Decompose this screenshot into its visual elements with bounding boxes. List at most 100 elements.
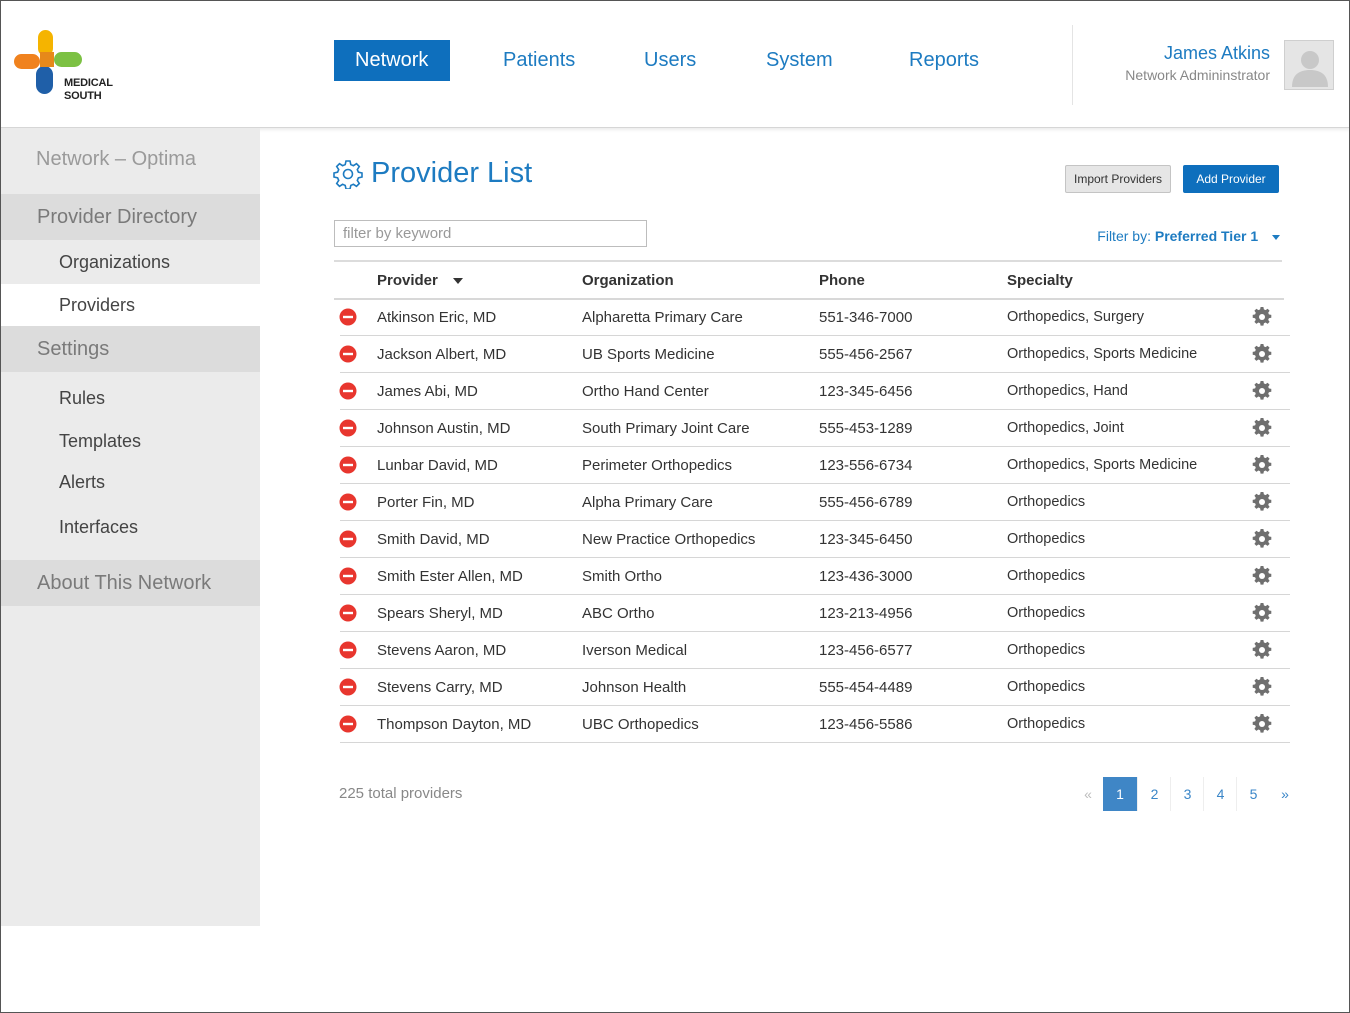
minus-circle-icon[interactable] <box>339 345 357 363</box>
cell-provider[interactable]: Johnson Austin, MD <box>377 420 510 437</box>
network-name[interactable]: Network – Optima <box>36 148 196 171</box>
sidebar-item-organizations[interactable]: Organizations <box>0 241 260 283</box>
cell-provider[interactable]: Smith David, MD <box>377 531 490 548</box>
sidebar-item-interfaces[interactable]: Interfaces <box>0 506 260 548</box>
nav-system[interactable]: System <box>745 40 854 81</box>
sidebar-section-provider-directory[interactable]: Provider Directory <box>0 194 260 240</box>
import-providers-button[interactable]: Import Providers <box>1065 165 1171 193</box>
row-divider <box>340 742 1290 743</box>
pagination-page[interactable]: 3 <box>1170 777 1204 811</box>
table-row[interactable]: Lunbar David, MD Perimeter Orthopedics 123… <box>334 447 1290 484</box>
cell-organization: Alpharetta Primary Care <box>582 309 743 326</box>
table-top-border <box>334 260 1282 262</box>
column-header-specialty[interactable]: Specialty <box>1007 272 1073 289</box>
cell-provider[interactable]: Stevens Carry, MD <box>377 679 503 696</box>
total-count: 225 total providers <box>339 785 463 802</box>
gear-icon[interactable] <box>1252 455 1272 475</box>
minus-circle-icon[interactable] <box>339 419 357 437</box>
pagination-page[interactable]: 5 <box>1236 777 1270 811</box>
chevron-down-icon <box>1272 234 1280 240</box>
column-header-provider[interactable]: Provider <box>377 272 438 289</box>
table-row[interactable]: Thompson Dayton, MD UBC Orthopedics 123-45… <box>334 706 1290 743</box>
sort-desc-icon[interactable] <box>453 278 463 284</box>
minus-circle-icon[interactable] <box>339 678 357 696</box>
cell-organization: Perimeter Orthopedics <box>582 457 733 474</box>
gear-icon[interactable] <box>1252 640 1272 660</box>
gear-icon[interactable] <box>1252 381 1272 401</box>
sidebar-section-settings[interactable]: Settings <box>0 326 260 372</box>
column-header-organization[interactable]: Organization <box>582 272 674 289</box>
cell-specialty: Orthopedics, Joint <box>1007 420 1124 436</box>
table-row[interactable]: Smith David, MD New Practice Orthopedics 1… <box>334 521 1290 558</box>
user-role: Network Admininstrator <box>1125 67 1270 83</box>
cell-provider[interactable]: Smith Ester Allen, MD <box>377 568 523 585</box>
table-row[interactable]: James Abi, MD Ortho Hand Center 123-345-64… <box>334 373 1290 410</box>
pagination-prev[interactable]: « <box>1071 777 1105 811</box>
sidebar-item-alerts[interactable]: Alerts <box>0 461 260 503</box>
pagination-page[interactable]: 4 <box>1203 777 1237 811</box>
cell-organization: UB Sports Medicine <box>582 346 715 363</box>
cell-provider[interactable]: James Abi, MD <box>377 383 478 400</box>
nav-reports[interactable]: Reports <box>888 40 1000 81</box>
nav-users[interactable]: Users <box>623 40 717 81</box>
minus-circle-icon[interactable] <box>339 567 357 585</box>
sidebar-section-about[interactable]: About This Network <box>0 560 260 606</box>
gear-icon[interactable] <box>1252 344 1272 364</box>
nav-network[interactable]: Network <box>334 40 450 81</box>
app-header: MEDICAL SOUTH Network Patients Users Sys… <box>0 0 1350 128</box>
gear-icon[interactable] <box>1252 677 1272 697</box>
cell-provider[interactable]: Atkinson Eric, MD <box>377 309 496 326</box>
minus-circle-icon[interactable] <box>339 530 357 548</box>
avatar[interactable] <box>1284 40 1334 90</box>
minus-circle-icon[interactable] <box>339 456 357 474</box>
cell-provider[interactable]: Stevens Aaron, MD <box>377 642 506 659</box>
pagination-next[interactable]: » <box>1268 777 1302 811</box>
cell-provider[interactable]: Lunbar David, MD <box>377 457 498 474</box>
brand-logo[interactable]: MEDICAL SOUTH <box>12 28 122 108</box>
keyword-filter-input[interactable] <box>334 220 647 247</box>
table-row[interactable]: Jackson Albert, MD UB Sports Medicine 555-… <box>334 336 1290 373</box>
gear-icon[interactable] <box>1252 529 1272 549</box>
minus-circle-icon[interactable] <box>339 308 357 326</box>
minus-circle-icon[interactable] <box>339 641 357 659</box>
minus-circle-icon[interactable] <box>339 715 357 733</box>
column-header-phone[interactable]: Phone <box>819 272 865 289</box>
table-row[interactable]: Smith Ester Allen, MD Smith Ortho 123-436-… <box>334 558 1290 595</box>
cell-provider[interactable]: Spears Sheryl, MD <box>377 605 503 622</box>
minus-circle-icon[interactable] <box>339 604 357 622</box>
pagination-page[interactable]: 2 <box>1137 777 1171 811</box>
cell-specialty: Orthopedics <box>1007 568 1086 584</box>
cell-provider[interactable]: Porter Fin, MD <box>377 494 475 511</box>
pagination-page[interactable]: 1 <box>1103 777 1137 811</box>
sidebar-item-providers[interactable]: Providers <box>0 284 260 326</box>
gear-icon[interactable] <box>1252 566 1272 586</box>
user-silhouette-icon <box>1292 51 1328 87</box>
cell-organization: Ortho Hand Center <box>582 383 709 400</box>
minus-circle-icon[interactable] <box>339 493 357 511</box>
gear-outline-icon <box>333 160 363 189</box>
table-row[interactable]: Stevens Carry, MD Johnson Health 555-454-4… <box>334 669 1290 706</box>
minus-circle-icon[interactable] <box>339 382 357 400</box>
table-row[interactable]: Stevens Aaron, MD Iverson Medical 123-456-… <box>334 632 1290 669</box>
gear-icon[interactable] <box>1252 418 1272 438</box>
table-row[interactable]: Spears Sheryl, MD ABC Ortho 123-213-4956 Or… <box>334 595 1290 632</box>
cell-provider[interactable]: Jackson Albert, MD <box>377 346 506 363</box>
cell-phone: 123-456-5586 <box>819 716 913 733</box>
sidebar-item-templates[interactable]: Templates <box>0 420 260 462</box>
nav-patients[interactable]: Patients <box>482 40 596 81</box>
table-row[interactable]: Porter Fin, MD Alpha Primary Care 555-456-… <box>334 484 1290 521</box>
sidebar-item-rules[interactable]: Rules <box>0 377 260 419</box>
gear-icon[interactable] <box>1252 603 1272 623</box>
cell-phone: 555-454-4489 <box>819 679 913 696</box>
user-name[interactable]: James Atkins <box>1164 43 1270 64</box>
filter-label: Filter by: <box>1097 228 1151 244</box>
table-row[interactable]: Atkinson Eric, MD Alpharetta Primary Care… <box>334 299 1290 336</box>
filter-dropdown[interactable]: Filter by: Preferred Tier 1 <box>1097 228 1280 244</box>
gear-icon[interactable] <box>1252 492 1272 512</box>
cell-phone: 123-345-6450 <box>819 531 913 548</box>
cell-provider[interactable]: Thompson Dayton, MD <box>377 716 531 733</box>
table-row[interactable]: Johnson Austin, MD South Primary Joint Ca… <box>334 410 1290 447</box>
gear-icon[interactable] <box>1252 307 1272 327</box>
gear-icon[interactable] <box>1252 714 1272 734</box>
add-provider-button[interactable]: Add Provider <box>1183 165 1279 193</box>
